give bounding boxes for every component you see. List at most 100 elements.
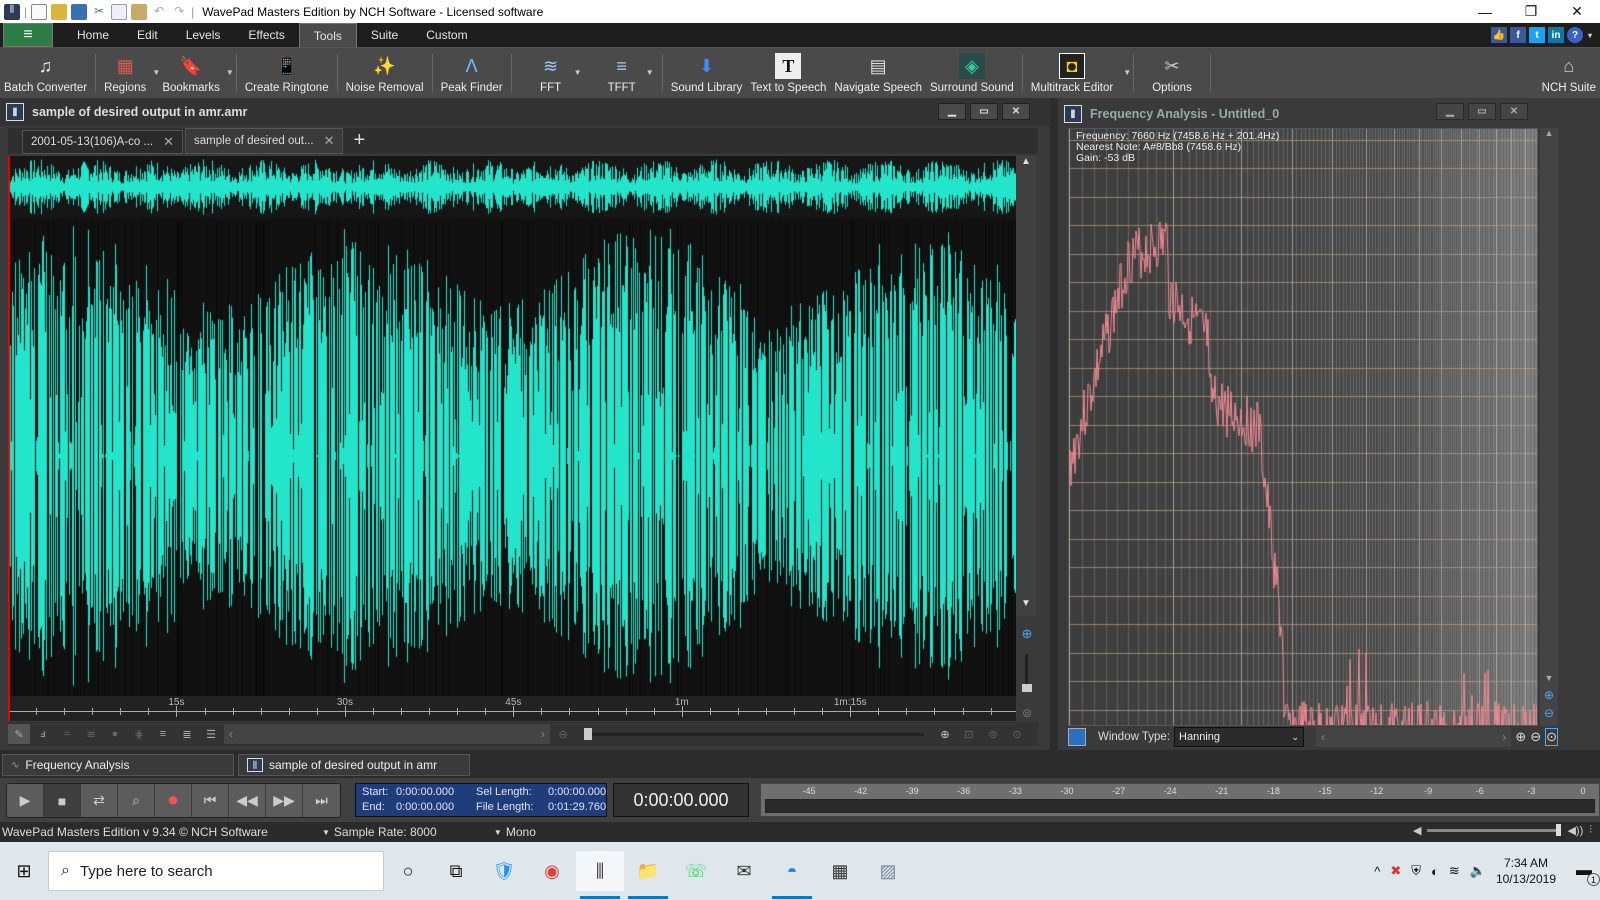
options-button[interactable]: ✂ Options	[1138, 48, 1206, 98]
align-center-icon[interactable]: ≣	[176, 724, 198, 744]
openoffice-icon[interactable]: ◓	[768, 851, 816, 899]
whatsapp-icon[interactable]: ☏	[672, 851, 720, 891]
file-tab-active[interactable]: sample of desired out... ✕	[185, 128, 344, 154]
new-file-icon[interactable]	[31, 3, 48, 20]
restore-button[interactable]: ❐	[1508, 0, 1554, 23]
frequency-plot[interactable]	[1068, 128, 1538, 726]
multitrack-editor-button[interactable]: ◘ Multitrack Editor ▼	[1027, 48, 1131, 98]
add-tab-button[interactable]: +	[353, 129, 365, 154]
fast-forward-button[interactable]: ▶▶	[266, 784, 303, 817]
like-icon[interactable]: 👍	[1491, 27, 1507, 43]
sound-icon[interactable]: ●	[104, 724, 126, 744]
navigate-speech-button[interactable]: ▤ Navigate Speech	[830, 48, 926, 98]
frequency-spectrum-canvas[interactable]	[1069, 129, 1537, 725]
freq-pane-close-button[interactable]: ✕	[1500, 103, 1528, 120]
pane-maximize-button[interactable]: ▭	[970, 103, 998, 120]
tab-edit[interactable]: Edit	[123, 23, 172, 47]
vpn-icon[interactable]: 🛡	[480, 851, 528, 891]
go-to-start-button[interactable]: ⏮	[192, 784, 229, 817]
wifi-icon[interactable]: ≋	[1449, 863, 1460, 879]
frequency-horizontal-scrollbar[interactable]: ‹ ›	[1316, 727, 1512, 747]
zoom-fit-icon[interactable]: ⊙	[1545, 728, 1558, 746]
facebook-icon[interactable]: f	[1510, 27, 1526, 43]
pane-close-button[interactable]: ✕	[1002, 103, 1030, 120]
scrub-button[interactable]: ⌕	[118, 784, 155, 817]
scroll-right-icon[interactable]: ›	[1502, 730, 1506, 744]
go-to-end-button[interactable]: ⏭	[303, 784, 340, 817]
copy-icon[interactable]	[111, 3, 128, 20]
add-marker-icon[interactable]: ⅎ	[32, 724, 54, 744]
record-button[interactable]: ●	[155, 784, 192, 817]
align-left-icon[interactable]: ≡	[152, 724, 174, 744]
list-icon[interactable]: ☰	[200, 724, 222, 744]
sound-library-button[interactable]: ⬇ Sound Library	[667, 48, 747, 98]
zoom-in-vertical-icon[interactable]: ⊕	[1016, 626, 1038, 642]
vertical-scrollbar[interactable]: ▲ ▼	[1016, 156, 1036, 616]
dropdown-arrow-icon[interactable]: ▼	[1123, 68, 1131, 77]
sample-rate[interactable]: Sample Rate: 8000	[334, 825, 494, 839]
zoom-out-icon[interactable]: ⊖	[552, 724, 574, 744]
zoom-slider-handle[interactable]	[584, 727, 592, 740]
start-button[interactable]: ⊞	[0, 851, 48, 891]
regions-button[interactable]: ▦ Regions ▼	[100, 48, 160, 98]
spectral-view-icon[interactable]: ≋	[80, 724, 102, 744]
dock-frequency-analysis[interactable]: ∿ Frequency Analysis	[2, 754, 234, 776]
linkedin-icon[interactable]: in	[1548, 27, 1564, 43]
surround-sound-button[interactable]: ◈ Surround Sound	[926, 48, 1018, 98]
playhead-cursor[interactable]	[8, 696, 10, 721]
fft-button[interactable]: ≋ FFT ▼	[516, 48, 586, 98]
main-menu-button[interactable]: ≡	[3, 23, 53, 47]
open-file-icon[interactable]	[51, 3, 68, 20]
waveform-display[interactable]	[8, 156, 1016, 696]
minimize-button[interactable]: —	[1462, 0, 1508, 23]
help-icon[interactable]: ?	[1567, 27, 1583, 43]
zoom-fit-vertical-icon[interactable]: ⊜	[1016, 706, 1038, 720]
tab-home[interactable]: Home	[63, 23, 123, 47]
pane-minimize-button[interactable]: ▁	[938, 103, 966, 120]
loop-button[interactable]: ⇄	[81, 784, 118, 817]
close-button[interactable]: ✕	[1554, 0, 1600, 23]
channels[interactable]: Mono	[506, 825, 536, 839]
rewind-button[interactable]: ◀◀	[229, 784, 266, 817]
save-icon[interactable]	[1068, 728, 1086, 746]
scroll-down-icon[interactable]: ▼	[1540, 673, 1558, 683]
task-view-icon[interactable]: ⧉	[432, 851, 480, 891]
zoom-region-icon[interactable]: ⊜	[982, 724, 1004, 744]
tab-tools[interactable]: Tools	[298, 23, 357, 47]
wavepad-taskbar-icon[interactable]: ⫼	[576, 851, 624, 899]
twitter-icon[interactable]: t	[1529, 27, 1545, 43]
tfft-button[interactable]: ≡ TFFT ▼	[586, 48, 658, 98]
volume-slider-handle[interactable]	[1555, 824, 1561, 836]
mail-icon[interactable]: ✉	[720, 851, 768, 891]
scroll-left-icon[interactable]: ‹	[1321, 730, 1325, 744]
tab-custom[interactable]: Custom	[412, 23, 481, 47]
scroll-down-icon[interactable]: ▼	[1016, 598, 1036, 616]
zoom-in-icon[interactable]: ⊕	[1515, 729, 1526, 745]
scroll-up-icon[interactable]: ▲	[1540, 128, 1558, 138]
zoom-full-icon[interactable]: ⊙	[1006, 724, 1028, 744]
tab-levels[interactable]: Levels	[172, 23, 235, 47]
cortana-icon[interactable]: ○	[384, 851, 432, 891]
zoom-selection-icon[interactable]: ⊡	[958, 724, 980, 744]
chrome-icon[interactable]: ◉	[528, 851, 576, 891]
zoom-out-icon[interactable]: ⊖	[1530, 729, 1541, 745]
calculator-icon[interactable]: ▦	[816, 851, 864, 891]
batch-converter-button[interactable]: ♫ Batch Converter	[0, 48, 91, 98]
taskbar-search[interactable]: ⌕ Type here to search	[48, 851, 384, 891]
horizontal-scrollbar[interactable]: ‹ ›	[224, 724, 550, 744]
undo-icon[interactable]: ↶	[151, 4, 167, 20]
stop-button[interactable]: ■	[44, 784, 81, 817]
frequency-vertical-scrollbar[interactable]: ▲ ▼ ⊕ ⊖	[1540, 128, 1558, 726]
volume-icon[interactable]: 🔈	[1470, 863, 1486, 879]
scroll-right-icon[interactable]: ›	[541, 727, 545, 741]
dock-waveform-file[interactable]: ⫼ sample of desired output in amr	[238, 754, 470, 776]
window-type-select[interactable]: Hanning ⌄	[1174, 727, 1305, 747]
waveform-canvas[interactable]	[8, 156, 1016, 696]
create-ringtone-button[interactable]: 📱 Create Ringtone	[241, 48, 333, 98]
close-tab-icon[interactable]: ✕	[324, 133, 335, 149]
zoom-in-icon[interactable]: ⊕	[934, 724, 956, 744]
dropdown-arrow-icon[interactable]: ▼	[646, 68, 654, 77]
security-warning-icon[interactable]: ⛨	[1411, 863, 1421, 879]
speaker-app-icon[interactable]: ◐	[1431, 864, 1439, 879]
file-explorer-icon[interactable]: 📁	[624, 851, 672, 899]
